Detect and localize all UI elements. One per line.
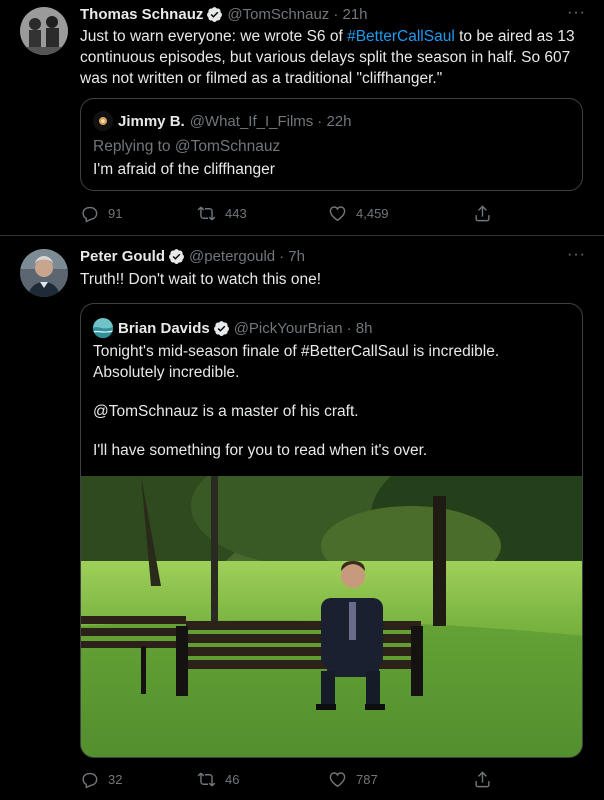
quoted-tweet-time[interactable]: · 22h (317, 113, 351, 130)
author-handle[interactable]: @TomSchnauz (227, 6, 329, 23)
quoted-author-name[interactable]: Brian Davids (118, 320, 210, 337)
quoted-avatar (93, 318, 113, 338)
quoted-tweet-time[interactable]: · 8h (347, 320, 373, 337)
share-button[interactable] (473, 770, 501, 789)
quoted-tweet-line: @TomSchnauz is a master of his craft. (93, 403, 359, 420)
quoted-tweet[interactable]: Jimmy B. @What_If_I_Films · 22h Replying… (80, 98, 583, 191)
like-button[interactable]: 4,459 (328, 204, 473, 223)
quoted-tweet-header: Jimmy B. @What_If_I_Films · 22h (93, 111, 352, 131)
reply-button[interactable]: 91 (80, 204, 197, 223)
reply-count: 91 (108, 206, 123, 221)
avatar[interactable] (20, 7, 68, 55)
tweet-text-part: Just to warn everyone: we wrote S6 of (80, 28, 348, 45)
quoted-tweet-text: I'm afraid of the cliffhanger (93, 161, 275, 178)
retweet-count: 443 (225, 206, 247, 221)
heart-icon (329, 206, 346, 222)
tweet-actions: 32 46 787 (80, 770, 510, 789)
quoted-avatar (93, 111, 113, 131)
share-button[interactable] (473, 204, 501, 223)
quoted-author-name[interactable]: Jimmy B. (118, 113, 185, 130)
quoted-author-handle[interactable]: @What_If_I_Films (190, 113, 314, 130)
hashtag-link[interactable]: #BetterCallSaul (347, 28, 455, 45)
share-icon (475, 205, 490, 222)
like-count: 787 (356, 772, 378, 787)
reply-button[interactable]: 32 (80, 770, 197, 789)
tweet-thomas-schnauz[interactable]: Thomas Schnauz @TomSchnauz · 21h ··· Jus… (0, 0, 604, 236)
more-options-icon[interactable]: ··· (567, 246, 586, 264)
heart-icon (329, 772, 346, 788)
quoted-tweet-line: Tonight's mid-season finale of #BetterCa… (93, 343, 500, 381)
author-name[interactable]: Peter Gould (80, 248, 165, 265)
tweet-text: Truth!! Don't wait to watch this one! (80, 271, 322, 288)
reply-icon (82, 206, 98, 223)
tweet-time[interactable]: · 7h (279, 248, 305, 265)
quoted-tweet-photo[interactable] (81, 441, 582, 757)
share-icon (475, 771, 490, 788)
tweet-actions: 91 443 4,459 (80, 204, 510, 223)
reply-count: 32 (108, 772, 123, 787)
quoted-tweet-line: I'll have something for you to read when… (93, 442, 428, 459)
author-handle[interactable]: @petergould (189, 248, 275, 265)
quoted-tweet-header: Brian Davids @PickYourBrian · 8h (93, 318, 372, 338)
like-count: 4,459 (356, 206, 389, 221)
replying-to[interactable]: Replying to @TomSchnauz (93, 136, 573, 157)
tweet-time[interactable]: · 21h (333, 6, 367, 23)
tweet-header: Thomas Schnauz @TomSchnauz · 21h (80, 6, 368, 23)
avatar[interactable] (20, 249, 68, 297)
reply-icon (82, 772, 98, 789)
quoted-tweet[interactable]: Brian Davids @PickYourBrian · 8h Tonight… (80, 303, 583, 758)
more-options-icon[interactable]: ··· (567, 4, 586, 22)
retweet-button[interactable]: 443 (197, 204, 328, 223)
verified-badge-icon (168, 248, 185, 265)
verified-badge-icon (213, 320, 230, 337)
author-name[interactable]: Thomas Schnauz (80, 6, 203, 23)
tweet-header: Peter Gould @petergould · 7h (80, 248, 305, 265)
like-button[interactable]: 787 (328, 770, 473, 789)
verified-badge-icon (206, 6, 223, 23)
retweet-button[interactable]: 46 (197, 770, 328, 789)
retweet-icon (197, 772, 216, 787)
tweet-text: Just to warn everyone: we wrote S6 of #B… (80, 26, 580, 89)
quoted-author-handle[interactable]: @PickYourBrian (234, 320, 343, 337)
tweet-peter-gould[interactable]: Peter Gould @petergould · 7h ··· Truth!!… (0, 237, 604, 800)
retweet-count: 46 (225, 772, 240, 787)
retweet-icon (197, 206, 216, 221)
